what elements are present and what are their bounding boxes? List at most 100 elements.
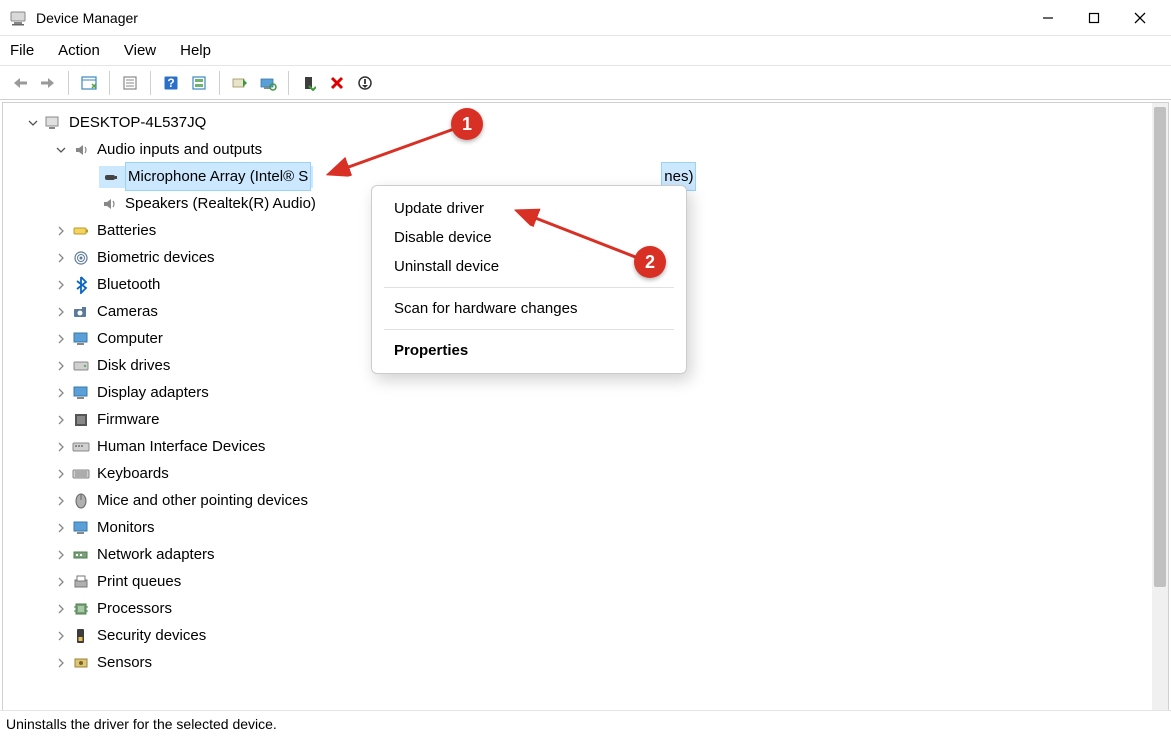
device-category-icon	[71, 221, 91, 241]
chevron-right-icon[interactable]	[53, 412, 69, 428]
tree-category-label: Processors	[97, 595, 172, 622]
toolbar-separator	[288, 71, 289, 95]
toolbar-scan-button[interactable]	[254, 70, 282, 96]
statusbar: Uninstalls the driver for the selected d…	[0, 710, 1171, 736]
tree-category-label: Biometric devices	[97, 244, 215, 271]
tree-category-audio[interactable]: Audio inputs and outputs	[3, 136, 1152, 163]
tree-category[interactable]: Processors	[3, 595, 1152, 622]
chevron-right-icon[interactable]	[53, 493, 69, 509]
computer-icon	[43, 113, 63, 133]
chevron-right-icon[interactable]	[53, 547, 69, 563]
menu-view[interactable]: View	[124, 42, 156, 59]
chevron-right-icon[interactable]	[53, 250, 69, 266]
annotation-marker-1: 1	[451, 108, 483, 140]
device-category-icon	[71, 572, 91, 592]
microphone-icon	[101, 167, 121, 187]
tree-category[interactable]: Sensors	[3, 649, 1152, 676]
toolbar-back-button[interactable]	[6, 70, 34, 96]
context-menu-properties[interactable]: Properties	[380, 336, 678, 365]
titlebar: Device Manager	[0, 0, 1171, 36]
device-category-icon	[71, 464, 91, 484]
chevron-right-icon[interactable]	[53, 277, 69, 293]
toolbar-view-button[interactable]	[185, 70, 213, 96]
device-category-icon	[71, 275, 91, 295]
toolbar: ?	[0, 66, 1171, 100]
close-button[interactable]	[1117, 0, 1163, 36]
device-category-icon	[71, 599, 91, 619]
tree-item-label: Microphone Array (Intel® S	[125, 162, 311, 191]
speaker-icon	[99, 194, 119, 214]
tree-category-label: Human Interface Devices	[97, 433, 265, 460]
maximize-button[interactable]	[1071, 0, 1117, 36]
tree-category[interactable]: Display adapters	[3, 379, 1152, 406]
minimize-button[interactable]	[1025, 0, 1071, 36]
toolbar-separator	[219, 71, 220, 95]
chevron-right-icon[interactable]	[53, 466, 69, 482]
chevron-right-icon[interactable]	[53, 574, 69, 590]
chevron-right-icon[interactable]	[53, 628, 69, 644]
toolbar-show-hidden-button[interactable]	[75, 70, 103, 96]
menu-action[interactable]: Action	[58, 42, 100, 59]
tree-category[interactable]: Keyboards	[3, 460, 1152, 487]
tree-category-label: Computer	[97, 325, 163, 352]
scrollbar-thumb[interactable]	[1154, 107, 1166, 587]
toolbar-separator	[109, 71, 110, 95]
device-manager-icon	[8, 8, 28, 28]
chevron-right-icon[interactable]	[53, 385, 69, 401]
device-tree-panel: DESKTOP-4L537JQ Audio inputs and outputs…	[2, 102, 1169, 712]
device-category-icon	[71, 437, 91, 457]
menu-file[interactable]: File	[10, 42, 34, 59]
svg-text:?: ?	[167, 76, 174, 90]
chevron-right-icon[interactable]	[53, 223, 69, 239]
toolbar-forward-button[interactable]	[34, 70, 62, 96]
menu-help[interactable]: Help	[180, 42, 211, 59]
speaker-icon	[71, 140, 91, 160]
context-menu-divider	[384, 287, 674, 288]
menubar: File Action View Help	[0, 36, 1171, 66]
tree-category-label: Cameras	[97, 298, 158, 325]
device-category-icon	[71, 383, 91, 403]
device-category-icon	[71, 518, 91, 538]
tree-category-label: Display adapters	[97, 379, 209, 406]
tree-category-label: Security devices	[97, 622, 206, 649]
tree-category[interactable]: Mice and other pointing devices	[3, 487, 1152, 514]
tree-category[interactable]: Print queues	[3, 568, 1152, 595]
tree-category[interactable]: Monitors	[3, 514, 1152, 541]
tree-category[interactable]: Firmware	[3, 406, 1152, 433]
tree-root-label: DESKTOP-4L537JQ	[69, 109, 206, 136]
device-category-icon	[71, 356, 91, 376]
toolbar-separator	[150, 71, 151, 95]
chevron-right-icon[interactable]	[53, 439, 69, 455]
tree-category-label: Audio inputs and outputs	[97, 136, 262, 163]
chevron-right-icon[interactable]	[53, 520, 69, 536]
context-menu-divider	[384, 329, 674, 330]
device-category-icon	[71, 626, 91, 646]
tree-category-label: Print queues	[97, 568, 181, 595]
window-title: Device Manager	[36, 10, 138, 26]
chevron-right-icon[interactable]	[53, 331, 69, 347]
tree-category[interactable]: Human Interface Devices	[3, 433, 1152, 460]
annotation-marker-2: 2	[634, 246, 666, 278]
chevron-down-icon[interactable]	[25, 115, 41, 131]
tree-category-label: Mice and other pointing devices	[97, 487, 308, 514]
annotation-arrow-2	[510, 204, 650, 266]
chevron-down-icon[interactable]	[53, 142, 69, 158]
chevron-right-icon[interactable]	[53, 358, 69, 374]
toolbar-enable-button[interactable]	[295, 70, 323, 96]
context-menu-scan[interactable]: Scan for hardware changes	[380, 294, 678, 323]
toolbar-help-button[interactable]: ?	[157, 70, 185, 96]
toolbar-uninstall-button[interactable]	[323, 70, 351, 96]
vertical-scrollbar[interactable]	[1152, 103, 1168, 711]
toolbar-disable-button[interactable]	[351, 70, 379, 96]
tree-category[interactable]: Network adapters	[3, 541, 1152, 568]
toolbar-update-driver-button[interactable]	[226, 70, 254, 96]
tree-root[interactable]: DESKTOP-4L537JQ	[3, 109, 1152, 136]
chevron-right-icon[interactable]	[53, 601, 69, 617]
toolbar-properties-button[interactable]	[116, 70, 144, 96]
device-category-icon	[71, 545, 91, 565]
chevron-right-icon[interactable]	[53, 655, 69, 671]
tree-category[interactable]: Security devices	[3, 622, 1152, 649]
tree-category-label: Monitors	[97, 514, 155, 541]
chevron-right-icon[interactable]	[53, 304, 69, 320]
tree-category-label: Bluetooth	[97, 271, 160, 298]
